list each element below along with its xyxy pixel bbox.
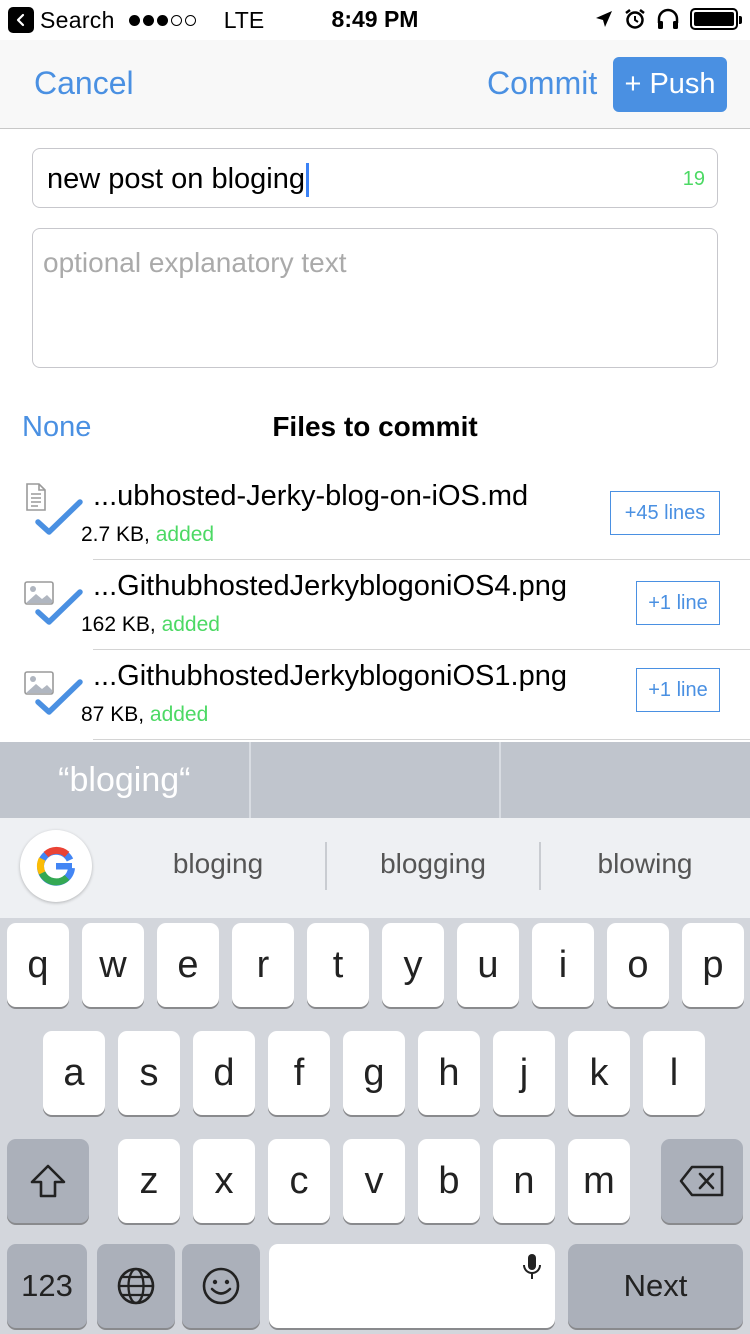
key-a[interactable]: a [43, 1031, 105, 1115]
file-status: added [161, 613, 220, 636]
key-w[interactable]: w [82, 923, 144, 1007]
key-n[interactable]: n [493, 1139, 555, 1223]
key-x[interactable]: x [193, 1139, 255, 1223]
diff-lines-button[interactable]: +1 line [636, 581, 720, 625]
key-v[interactable]: v [343, 1139, 405, 1223]
suggestion-2[interactable]: blogging [333, 848, 533, 880]
key-o[interactable]: o [607, 923, 669, 1007]
key-l[interactable]: l [643, 1031, 705, 1115]
file-name: ...ubhosted-Jerky-blog-on-iOS.md [93, 480, 529, 512]
text-cursor [305, 163, 309, 198]
description-textarea[interactable]: optional explanatory text [32, 228, 718, 368]
nav-bar: Cancel Commit + Push [0, 40, 750, 129]
key-h[interactable]: h [418, 1031, 480, 1115]
numbers-key[interactable]: 123 [7, 1244, 87, 1328]
key-u[interactable]: u [457, 923, 519, 1007]
commit-push-button[interactable]: + Push [613, 57, 727, 112]
suggestion-1[interactable]: bloging [118, 848, 318, 880]
cancel-button[interactable]: Cancel [34, 65, 134, 102]
suggestion-divider [539, 842, 541, 890]
globe-key[interactable] [97, 1244, 175, 1328]
diff-lines-button[interactable]: +45 lines [610, 491, 720, 535]
key-t[interactable]: t [307, 923, 369, 1007]
file-size: 162 KB [81, 613, 150, 636]
select-none-button[interactable]: None [22, 411, 91, 444]
key-b[interactable]: b [418, 1139, 480, 1223]
key-z[interactable]: z [118, 1139, 180, 1223]
image-checked-icon [24, 671, 83, 715]
document-checked-icon [26, 483, 83, 535]
location-icon [596, 11, 612, 27]
key-e[interactable]: e [157, 923, 219, 1007]
description-placeholder: optional explanatory text [43, 247, 347, 278]
key-g[interactable]: g [343, 1031, 405, 1115]
key-c[interactable]: c [268, 1139, 330, 1223]
key-k[interactable]: k [568, 1031, 630, 1115]
file-row[interactable]: ...GithubhostedJerkyblogoniOS1.png 87 KB… [0, 650, 750, 740]
next-key[interactable]: Next [568, 1244, 743, 1328]
keyboard: q w e r t y u i o p a s d f g h j k l z … [0, 918, 750, 1334]
file-size: 2.7 KB [81, 523, 145, 546]
emoji-key[interactable] [182, 1244, 260, 1328]
character-count: 19 [682, 168, 705, 190]
file-meta: 2.7 KB, added [81, 523, 215, 546]
suggestion-3[interactable]: blowing [545, 848, 745, 880]
diff-lines-button[interactable]: +1 line [636, 668, 720, 712]
image-checked-icon [24, 581, 83, 625]
file-row[interactable]: ...ubhosted-Jerky-blog-on-iOS.md 2.7 KB,… [0, 470, 750, 560]
file-row[interactable]: ...GithubhostedJerkyblogoniOS4.png 162 K… [0, 560, 750, 650]
key-j[interactable]: j [493, 1031, 555, 1115]
key-p[interactable]: p [682, 923, 744, 1007]
emoji-icon [202, 1267, 240, 1305]
autocorrect-suggestion[interactable]: “bloging“ [0, 742, 251, 818]
autocorrect-bar: “bloging“ [0, 742, 750, 818]
file-size: 87 KB [81, 703, 139, 726]
key-i[interactable]: i [532, 923, 594, 1007]
globe-icon [117, 1267, 155, 1305]
battery-icon [690, 8, 742, 30]
row-divider [93, 739, 750, 740]
microphone-icon[interactable] [521, 1252, 543, 1282]
key-s[interactable]: s [118, 1031, 180, 1115]
shift-key[interactable] [7, 1139, 89, 1223]
commit-message-field[interactable]: new post on bloging 19 [32, 148, 718, 208]
key-q[interactable]: q [7, 923, 69, 1007]
suggestion-divider [325, 842, 327, 890]
file-status: added [155, 523, 215, 546]
autocorrect-suggestion[interactable] [501, 742, 750, 818]
shift-icon [30, 1164, 66, 1198]
key-d[interactable]: d [193, 1031, 255, 1115]
file-meta: 87 KB, added [81, 703, 209, 726]
key-y[interactable]: y [382, 923, 444, 1007]
alarm-icon [625, 9, 645, 29]
file-name: ...GithubhostedJerkyblogoniOS4.png [93, 570, 567, 602]
google-icon[interactable] [20, 830, 92, 902]
keyboard-suggestion-bar: bloging blogging blowing [0, 818, 750, 918]
next-key-label: Next [623, 1268, 688, 1303]
key-m[interactable]: m [568, 1139, 630, 1223]
commit-message-text: new post on bloging [47, 163, 305, 195]
commit-button[interactable]: Commit [487, 65, 597, 102]
status-bar: Search LTE 8:49 PM [0, 0, 750, 40]
file-name: ...GithubhostedJerkyblogoniOS1.png [93, 660, 567, 692]
space-bar[interactable] [269, 1244, 555, 1328]
delete-key[interactable] [661, 1139, 743, 1223]
file-status: added [149, 703, 209, 726]
key-r[interactable]: r [232, 923, 294, 1007]
files-section-title: Files to commit [272, 411, 478, 442]
key-f[interactable]: f [268, 1031, 330, 1115]
backspace-icon [679, 1165, 724, 1197]
autocorrect-suggestion[interactable] [251, 742, 502, 818]
numbers-key-label: 123 [21, 1268, 73, 1303]
headphones-icon [657, 8, 679, 29]
file-meta: 162 KB, added [81, 613, 220, 636]
